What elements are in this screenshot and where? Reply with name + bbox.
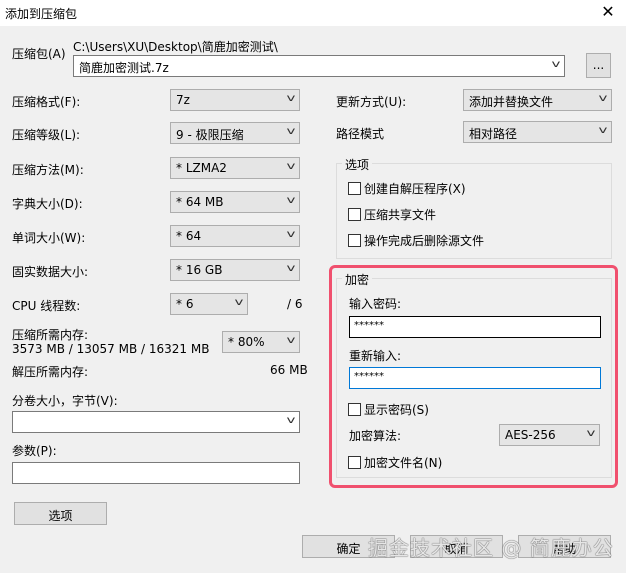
volume-combobox[interactable]: v [12, 411, 300, 433]
cpu-max: / 6 [287, 297, 303, 311]
decomp-value: 66 MB [270, 363, 308, 377]
volume-label: 分卷大小，字节(V): [12, 394, 118, 408]
archive-path: C:\Users\XU\Desktop\简鹿加密测试\ [73, 40, 278, 54]
checkbox-label: 操作完成后删除源文件 [364, 234, 485, 248]
cpu-label: CPU 线程数: [12, 299, 81, 313]
chevron-down-icon: v [234, 297, 244, 308]
update-dropdown[interactable]: 添加并替换文件 v [463, 89, 612, 111]
params-input[interactable] [12, 462, 300, 484]
sfx-checkbox[interactable]: 创建自解压程序(X) [348, 180, 466, 197]
chevron-down-icon: v [286, 335, 296, 346]
checkbox-box [348, 208, 361, 221]
pathmode-value: 相对路径 [469, 127, 518, 141]
checkbox-box [348, 182, 361, 195]
update-label: 更新方式(U): [336, 95, 407, 109]
checkbox-box [348, 234, 361, 247]
shared-files-checkbox[interactable]: 压缩共享文件 [348, 206, 436, 223]
archive-label: 压缩包(A) [12, 47, 66, 61]
close-icon[interactable]: ✕ [598, 2, 618, 21]
chevron-down-icon: v [286, 229, 296, 240]
options-button[interactable]: 选项 [14, 502, 107, 525]
word-label: 单词大小(W): [12, 231, 86, 245]
solid-value: * 16 GB [176, 263, 223, 277]
level-value: 9 - 极限压缩 [176, 128, 244, 142]
level-dropdown[interactable]: 9 - 极限压缩 v [170, 122, 300, 144]
solid-dropdown[interactable]: * 16 GB v [170, 259, 300, 281]
dict-label: 字典大小(D): [12, 197, 83, 211]
browse-button[interactable]: ... [586, 53, 611, 78]
chevron-down-icon: v [551, 59, 561, 70]
mem-detail: 3573 MB / 13057 MB / 16321 MB [12, 342, 210, 356]
options-group-title: 选项 [342, 156, 373, 173]
cpu-value: * 6 [176, 297, 194, 311]
chevron-down-icon: v [286, 195, 296, 206]
chevron-down-icon: v [286, 161, 296, 172]
checkbox-label: 创建自解压程序(X) [364, 182, 466, 196]
format-label: 压缩格式(F): [12, 95, 81, 109]
delete-source-checkbox[interactable]: 操作完成后删除源文件 [348, 232, 484, 249]
watermark: 掘金技术社区 @ 简鹿办公 [368, 536, 614, 560]
dict-dropdown[interactable]: * 64 MB v [170, 191, 300, 213]
format-value: 7z [176, 93, 190, 107]
chevron-down-icon: v [286, 93, 296, 104]
archive-name-combobox[interactable]: 简鹿加密测试.7z v [73, 55, 565, 77]
mem-label: 压缩所需内存: [12, 328, 89, 342]
solid-label: 固实数据大小: [12, 265, 89, 279]
level-label: 压缩等级(L): [12, 128, 81, 142]
archive-name: 简鹿加密测试.7z [79, 61, 169, 75]
chevron-down-icon: v [598, 93, 608, 104]
chevron-down-icon: v [598, 125, 608, 136]
mem-value: * 80% [228, 335, 265, 349]
title-bar [0, 0, 626, 26]
pathmode-label: 路径模式 [336, 127, 385, 141]
window-title: 添加到压缩包 [5, 7, 78, 21]
cpu-dropdown[interactable]: * 6 v [170, 293, 248, 315]
word-dropdown[interactable]: * 64 v [170, 225, 300, 247]
chevron-down-icon: v [286, 126, 296, 137]
method-dropdown[interactable]: * LZMA2 v [170, 157, 300, 179]
mem-dropdown[interactable]: * 80% v [222, 331, 300, 353]
params-label: 参数(P): [12, 444, 57, 458]
method-label: 压缩方法(M): [12, 163, 84, 177]
highlight-annotation [329, 265, 618, 488]
dict-value: * 64 MB [176, 195, 224, 209]
word-value: * 64 [176, 229, 202, 243]
decomp-label: 解压所需内存: [12, 365, 89, 379]
checkbox-label: 压缩共享文件 [364, 208, 437, 222]
chevron-down-icon: v [286, 263, 296, 274]
format-dropdown[interactable]: 7z v [170, 89, 300, 111]
chevron-down-icon: v [286, 415, 296, 426]
method-value: * LZMA2 [176, 161, 227, 175]
pathmode-dropdown[interactable]: 相对路径 v [463, 121, 612, 143]
update-value: 添加并替换文件 [469, 95, 554, 109]
